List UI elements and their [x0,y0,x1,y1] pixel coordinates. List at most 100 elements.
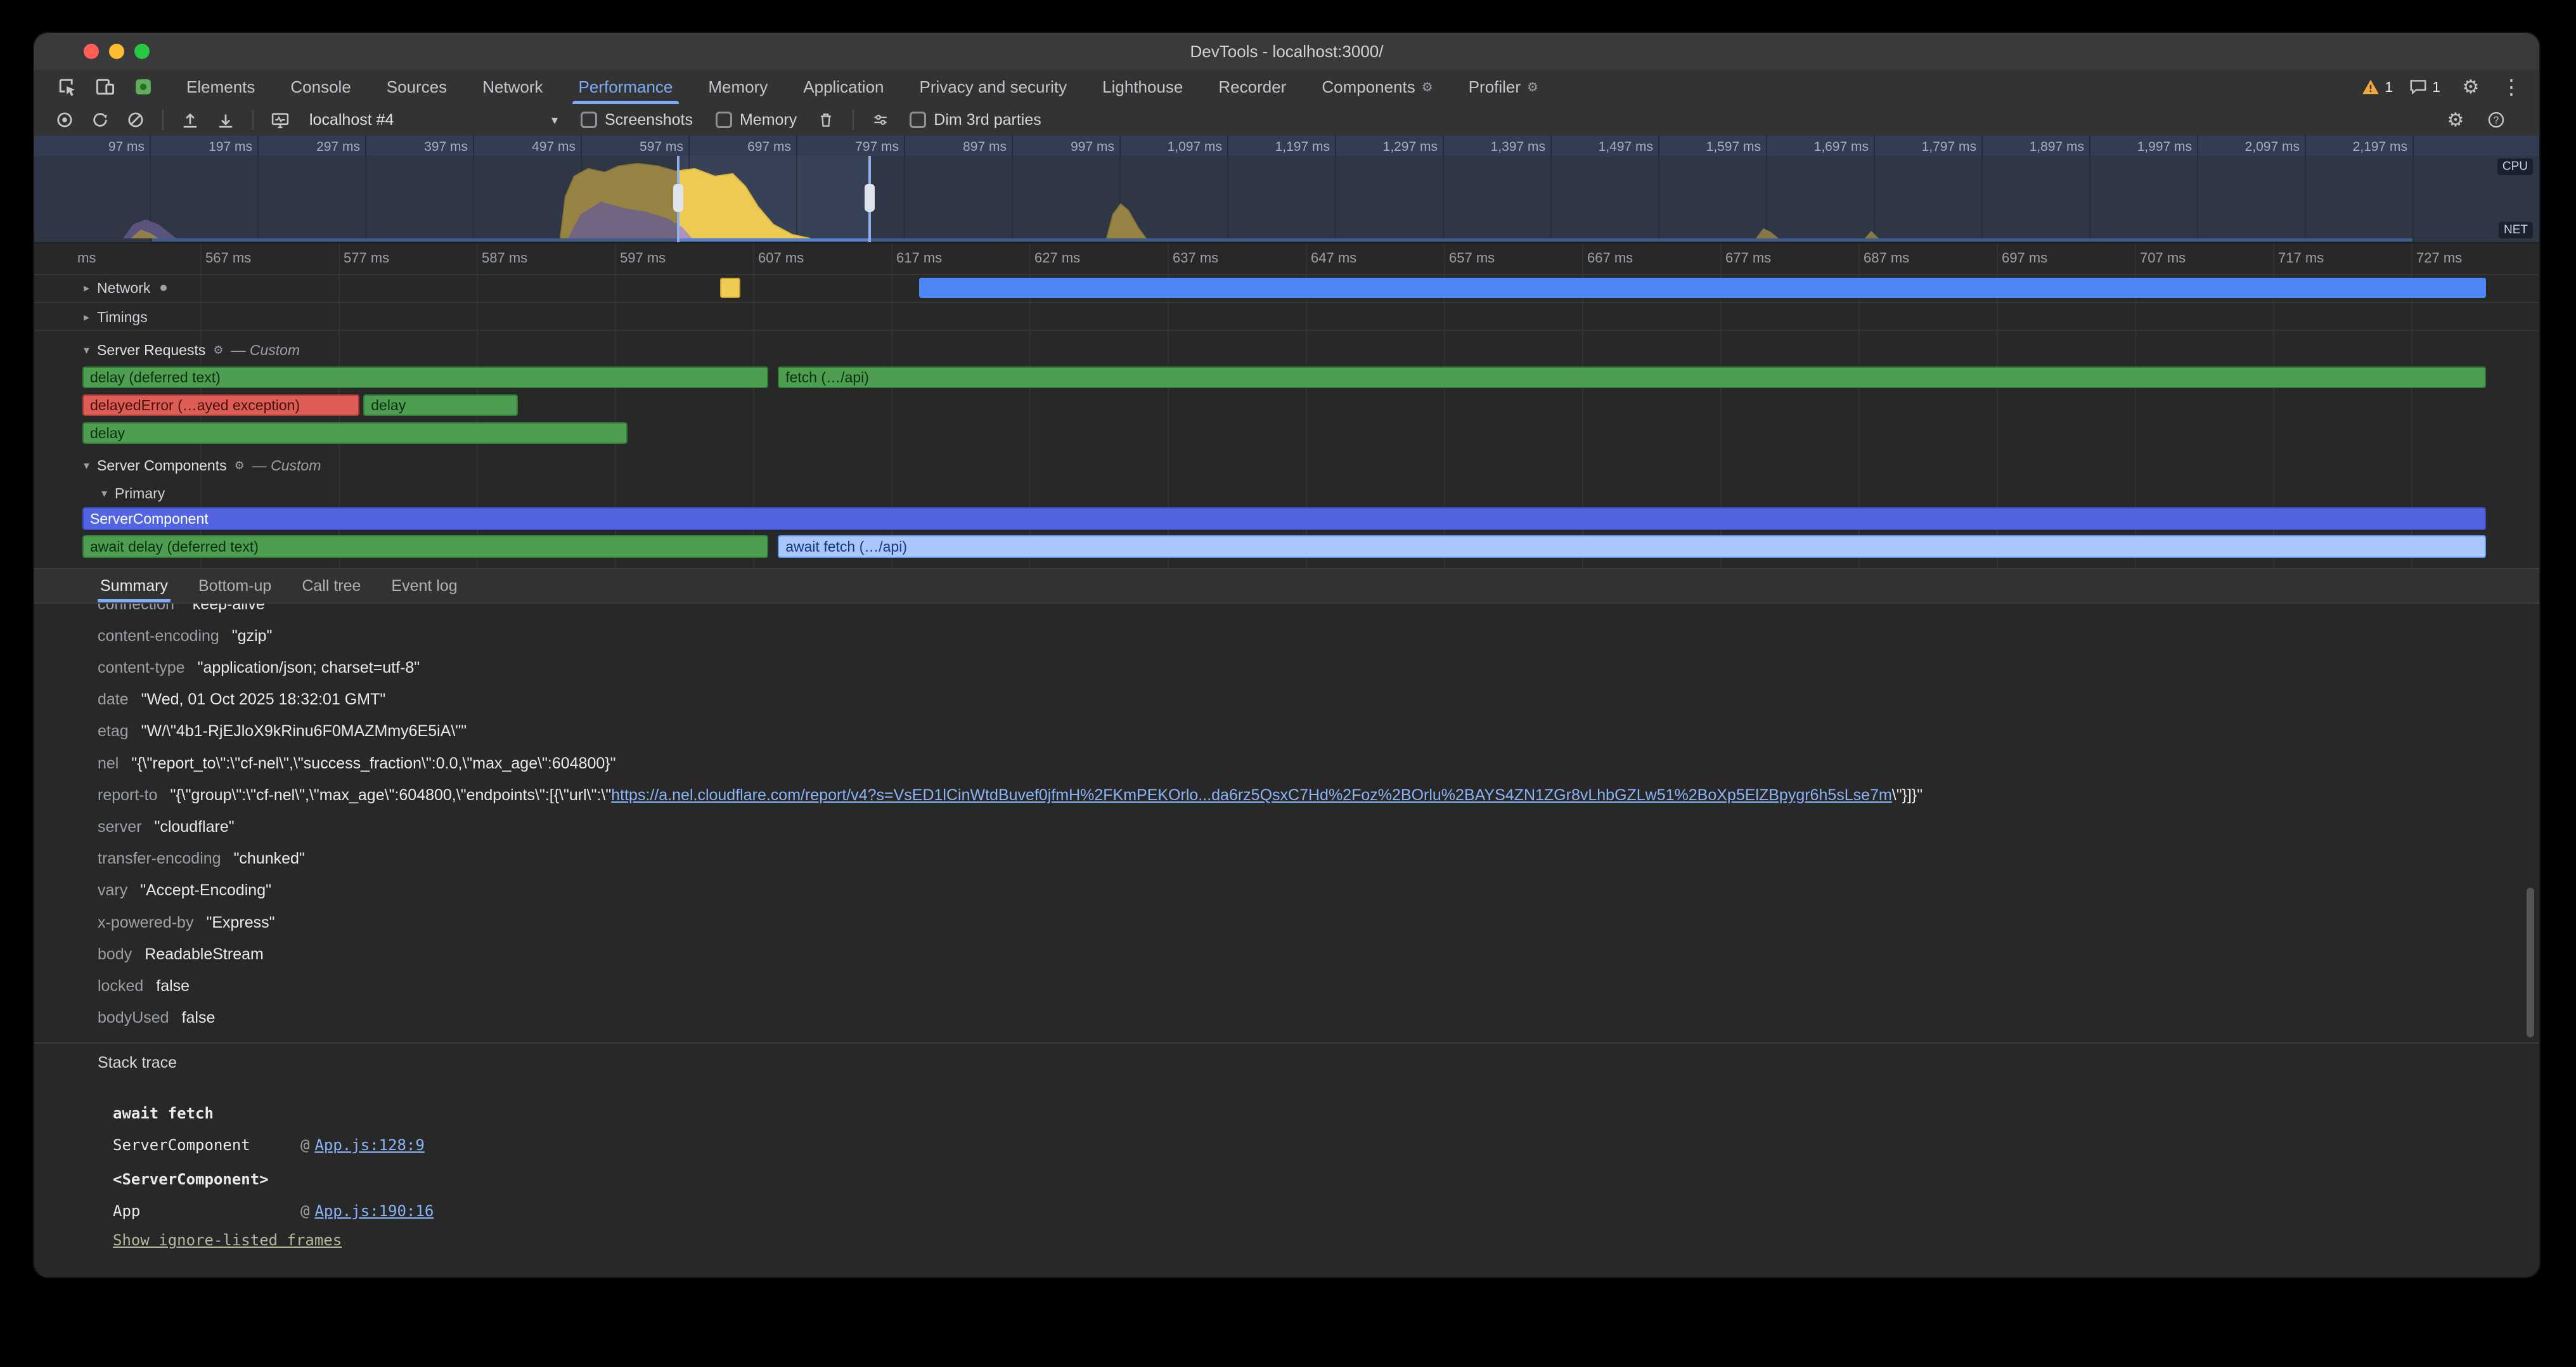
overview-time-label: 397 ms [424,139,473,155]
server-requests-track-header[interactable]: ▾ Server Requests ⚙ — Custom [84,340,300,360]
details-tabbar: SummaryBottom-upCall treeEvent log [34,568,2539,604]
header-value: false [182,1009,216,1027]
tab-privacy-and-security[interactable]: Privacy and security [902,70,1085,104]
settings-gear-icon[interactable]: ⚙ [2456,72,2486,102]
toolbar-separator [252,110,254,130]
primary-group-header[interactable]: ▾ Primary [101,483,165,503]
track-name: Server Components [97,457,227,474]
timeline-event-selected[interactable]: await fetch (…/api) [778,535,2486,558]
ruler-tick-label: 677 ms [1725,250,1771,266]
record-button[interactable] [49,105,80,135]
timeline-event[interactable]: delayedError (…ayed exception) [82,394,359,416]
timeline-event[interactable] [720,278,741,298]
timeline-event[interactable]: await delay (deferred text) [82,535,768,558]
help-icon[interactable]: ? [2481,105,2511,135]
collect-garbage-icon[interactable] [811,105,841,135]
tab-elements[interactable]: Elements [169,70,273,104]
extension-icon[interactable] [128,72,158,102]
clear-button[interactable] [120,105,151,135]
header-value: "Express" [206,914,274,932]
frame-source-link[interactable]: App.js:128:9 [314,1136,424,1154]
overview-time-label: 197 ms [209,139,257,155]
network-track-header[interactable]: ▸ Network [84,278,167,298]
chevron-down-icon: ▾ [101,487,107,500]
frame-function: App [113,1202,300,1220]
timeline-event[interactable]: delay (deferred text) [82,366,768,388]
tab-console[interactable]: Console [273,70,368,104]
warnings-badge[interactable]: 1 [2360,77,2393,97]
network-track-lane[interactable] [34,278,2539,298]
memory-checkbox-group[interactable]: Memory [716,111,797,129]
issues-badge[interactable]: 1 [2408,77,2440,97]
header-value: \"}]}" [1892,786,1922,805]
timeline-event[interactable]: ServerComponent [82,507,2486,530]
scrollbar-thumb[interactable] [2527,888,2534,1037]
ruler-tick-label: 637 ms [1173,250,1218,266]
details-tab-bottom-up[interactable]: Bottom-up [183,569,287,602]
show-ignore-listed-frames-link[interactable]: Show ignore-listed frames [113,1231,342,1249]
tab-network[interactable]: Network [465,70,560,104]
record-and-reload-button[interactable] [85,105,115,135]
tab-application[interactable]: Application [785,70,901,104]
header-row-report-to: report-to"{\"group\":\"cf-nel\",\"max_ag… [98,779,2463,811]
timeline-event[interactable] [919,278,2486,298]
frame-source-link[interactable]: App.js:190:16 [314,1202,434,1220]
tab-memory[interactable]: Memory [690,70,785,104]
device-toolbar-icon[interactable] [90,72,120,102]
header-row-connection: connection"keep-alive" [98,604,2463,620]
save-profile-button[interactable] [210,105,241,135]
header-value: "application/json; charset=utf-8" [198,659,420,677]
row-divider [34,330,2539,331]
tab-components[interactable]: Components⚙ [1304,70,1450,104]
throttling-sliders-icon[interactable] [865,105,896,135]
close-window-button[interactable] [84,44,99,59]
header-key: transfer-encoding [98,850,221,868]
history-dropdown[interactable]: localhost #4 ▾ [300,107,567,133]
server-components-lane-2[interactable]: await delay (deferred text) await fetch (… [34,535,2539,558]
timeline-event[interactable]: fetch (…/api) [778,366,2486,388]
zoom-window-button[interactable] [134,44,150,59]
tab-lighthouse[interactable]: Lighthouse [1085,70,1201,104]
overview-time-label: 497 ms [532,139,581,155]
server-components-track-header[interactable]: ▾ Server Components ⚙ — Custom [84,455,321,476]
flame-chart[interactable]: ms 567 ms577 ms587 ms597 ms607 ms617 ms6… [34,243,2539,568]
message-bubble-icon [2408,77,2428,97]
timeline-event[interactable]: delay [363,394,518,416]
tab-sources[interactable]: Sources [369,70,465,104]
live-metrics-icon[interactable] [265,105,295,135]
tab-profiler[interactable]: Profiler⚙ [1451,70,1556,104]
header-value: "chunked" [234,850,305,868]
memory-checkbox[interactable] [716,112,732,128]
details-tab-call-tree[interactable]: Call tree [287,569,376,602]
server-requests-lane-2[interactable]: delayedError (…ayed exception)delay [34,394,2539,416]
dim-3rd-parties-checkbox-group[interactable]: Dim 3rd parties [910,111,1041,129]
load-profile-button[interactable] [175,105,205,135]
ruler-tick-label: 707 ms [2140,250,2186,266]
header-key: body [98,945,132,964]
frame-function: ServerComponent [113,1136,300,1154]
server-components-lane-1[interactable]: ServerComponent [34,507,2539,530]
details-tab-summary[interactable]: Summary [85,569,183,602]
timings-track-header[interactable]: ▸ Timings [84,307,148,327]
header-value: "Accept-Encoding" [140,881,271,900]
dim-3rd-parties-checkbox[interactable] [910,112,926,128]
tab-performance[interactable]: Performance [561,70,691,104]
server-requests-lane-3[interactable]: delay [34,422,2539,444]
details-tab-event-log[interactable]: Event log [376,569,472,602]
inspect-element-icon[interactable] [52,72,82,102]
overview-time-label: 997 ms [1071,139,1119,155]
svg-text:?: ? [2494,115,2499,126]
tab-recorder[interactable]: Recorder [1201,70,1304,104]
screenshots-checkbox[interactable] [581,112,597,128]
more-options-icon[interactable]: ⋮ [2501,77,2521,97]
track-handle-dot[interactable] [160,285,167,291]
timeline-overview[interactable]: 97 ms197 ms297 ms397 ms497 ms597 ms697 m… [34,136,2539,243]
screenshots-checkbox-group[interactable]: Screenshots [581,111,693,129]
net-lane-badge: NET [2499,222,2533,238]
capture-settings-gear-icon[interactable]: ⚙ [2440,105,2471,135]
report-url-link[interactable]: https://a.nel.cloudflare.com/report/v4?s… [611,786,1892,805]
row-divider [34,302,2539,303]
minimize-window-button[interactable] [109,44,124,59]
timeline-event[interactable]: delay [82,422,628,444]
server-requests-lane-1[interactable]: delay (deferred text) fetch (…/api) [34,366,2539,388]
